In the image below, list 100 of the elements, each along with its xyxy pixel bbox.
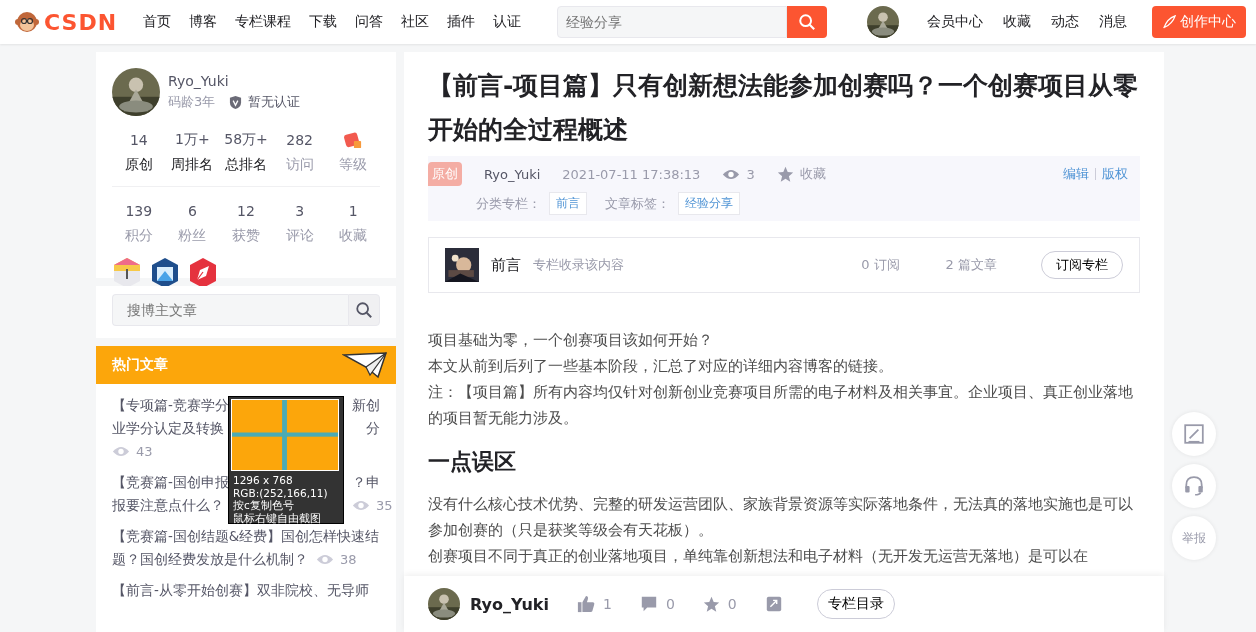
body-paragraph: 注：【项目篇】所有内容均仅针对创新创业竞赛项目所需的电子材料及相关事宜。企业项目、真正创业落地的项目暂无能力涉及。 — [428, 382, 1134, 429]
eye-icon — [112, 445, 130, 458]
eye-icon — [316, 553, 334, 566]
nav-link[interactable]: 问答 — [355, 13, 384, 31]
monkey-logo-icon — [14, 10, 40, 34]
column-toc-button[interactable]: 专栏目录 — [816, 589, 895, 619]
search-icon — [798, 13, 817, 31]
stat-label: 获赞 — [231, 227, 261, 245]
comment-count: 0 — [665, 596, 675, 612]
nav-link[interactable]: 认证 — [493, 13, 522, 31]
code-age: 码龄3年 — [168, 93, 216, 111]
stat-label: 总排名 — [224, 156, 268, 174]
stat-label: 等级 — [338, 156, 369, 174]
stat-value: 282 — [286, 132, 313, 148]
stat-label: 粉丝 — [177, 227, 208, 245]
article-link[interactable]: 业学分认定及转换 — [112, 419, 228, 438]
stat-label: 周排名 — [170, 156, 215, 174]
category-label: 分类专栏： — [476, 194, 541, 213]
author-name[interactable]: Ryo_Yuki — [470, 594, 549, 614]
blog-search-field[interactable]: 搜博主文章 — [112, 294, 348, 326]
section-heading: 一点误区 — [428, 449, 517, 475]
badge-icon[interactable] — [112, 257, 142, 289]
like-count: 1 — [602, 596, 612, 612]
search-button[interactable] — [787, 6, 828, 38]
view-count: 38 — [340, 552, 357, 567]
article-link[interactable]: 新创 — [352, 396, 380, 415]
column-description: 专栏收录该内容 — [533, 256, 624, 274]
article-link[interactable]: 报要注意点什么？ — [112, 496, 228, 515]
certification-status: 暂无认证 — [248, 93, 301, 111]
article-link[interactable]: 题？国创经费发放是什么机制？ — [112, 550, 308, 569]
article-link[interactable]: 【前言-从零开始创赛】双非院校、无导师 — [112, 581, 369, 600]
nav-link[interactable]: 下载 — [309, 13, 338, 31]
paper-plane-icon — [342, 351, 388, 379]
comment-icon[interactable] — [639, 595, 658, 613]
edit-note-icon — [1183, 423, 1205, 445]
nav-link[interactable]: 首页 — [143, 13, 172, 31]
tags-label: 文章标签： — [605, 194, 670, 213]
article-link[interactable]: ？申 — [352, 473, 380, 492]
hint-text: 按c复制色号 — [233, 499, 295, 512]
support-button[interactable] — [1172, 464, 1216, 508]
hint-text: 鼠标右键自由截图 — [233, 511, 322, 524]
feather-icon — [1162, 15, 1176, 29]
stat-label: 收藏 — [338, 227, 369, 245]
article-link[interactable]: 【竞赛篇-国创结题&经费】国创怎样快速结 — [112, 527, 380, 546]
star-icon — [702, 595, 720, 613]
stat-label: 原创 — [123, 156, 154, 174]
level-icon — [344, 131, 363, 149]
original-tag: 原创 — [428, 162, 462, 186]
stat-value: 14 — [129, 132, 148, 148]
subscribe-button[interactable]: 订阅专栏 — [1041, 251, 1123, 279]
stat-value: 3 — [295, 203, 305, 219]
note-button[interactable] — [1172, 412, 1216, 456]
stat-value: 1万+ — [175, 131, 210, 149]
header-link[interactable]: 消息 — [1099, 13, 1128, 31]
favorite-count: 0 — [727, 596, 737, 612]
nav-link[interactable]: 插件 — [447, 13, 476, 31]
view-count: 3 — [746, 166, 755, 182]
rgb-readout: RGB:(252,166,11) — [233, 486, 329, 499]
nav-link[interactable]: 专栏课程 — [235, 13, 292, 31]
article-link[interactable]: 分 — [366, 419, 380, 438]
subscriber-count: 0 订阅 — [861, 256, 900, 274]
size-readout: 1296 x 768 — [233, 474, 294, 487]
stat-value: 12 — [237, 203, 255, 219]
nav-link[interactable]: 社区 — [401, 13, 430, 31]
search-field[interactable]: 经验分享 — [557, 6, 788, 38]
body-paragraph: 本文从前到后列了一些基本阶段，汇总了对应的详细内容博客的链接。 — [428, 356, 894, 377]
stat-value: 139 — [125, 203, 153, 219]
star-icon — [776, 165, 794, 183]
shield-icon — [229, 94, 243, 110]
author-name[interactable]: Ryo_Yuki — [484, 166, 541, 182]
stat-value: 6 — [187, 203, 197, 219]
share-icon[interactable] — [764, 595, 783, 613]
pen-badge-icon[interactable] — [188, 257, 218, 289]
body-paragraph: 创赛项目不同于真正的创业落地项目，单纯靠创新想法和电子材料（无开发无运营无落地）是可以在 — [428, 546, 1089, 567]
nav-link[interactable]: 博客 — [189, 13, 218, 31]
stat-label: 访问 — [284, 156, 315, 174]
stat-value: 58万+ — [224, 131, 268, 149]
article-count: 2 篇文章 — [945, 256, 997, 274]
body-paragraph: 没有什么核心技术优势、完整的研发运营团队、家族背景资源等实际落地条件，无法真的落地实施也是可以参加创赛的（只是获奖等级会有天花板）。 — [428, 494, 1134, 541]
view-count: 35 — [376, 498, 393, 513]
stat-label: 积分 — [123, 227, 154, 245]
header-link[interactable]: 会员中心 — [927, 13, 984, 31]
article-link[interactable]: 【专项篇-竞赛学分 — [112, 396, 228, 415]
column-name[interactable]: 前言 — [491, 255, 521, 275]
section-title: 热门文章 — [112, 356, 168, 374]
header-link[interactable]: 动态 — [1051, 13, 1080, 31]
stat-label: 评论 — [284, 227, 315, 245]
headset-icon — [1183, 475, 1205, 497]
body-paragraph: 项目基础为零，一个创赛项目该如何开始？ — [428, 330, 714, 351]
header-link[interactable]: 收藏 — [1003, 13, 1032, 31]
view-count: 43 — [136, 444, 153, 459]
stat-value: 1 — [348, 203, 358, 219]
badge-icon[interactable] — [150, 257, 180, 289]
author-name[interactable]: Ryo_Yuki — [168, 73, 301, 89]
publish-date: 2021-07-11 17:38:13 — [562, 166, 701, 182]
eye-icon — [352, 499, 370, 512]
article-link[interactable]: 【竞赛篇-国创申报 — [112, 473, 228, 492]
search-icon — [355, 301, 373, 319]
search-button[interactable] — [348, 294, 380, 326]
thumbs-up-icon[interactable] — [576, 595, 595, 613]
